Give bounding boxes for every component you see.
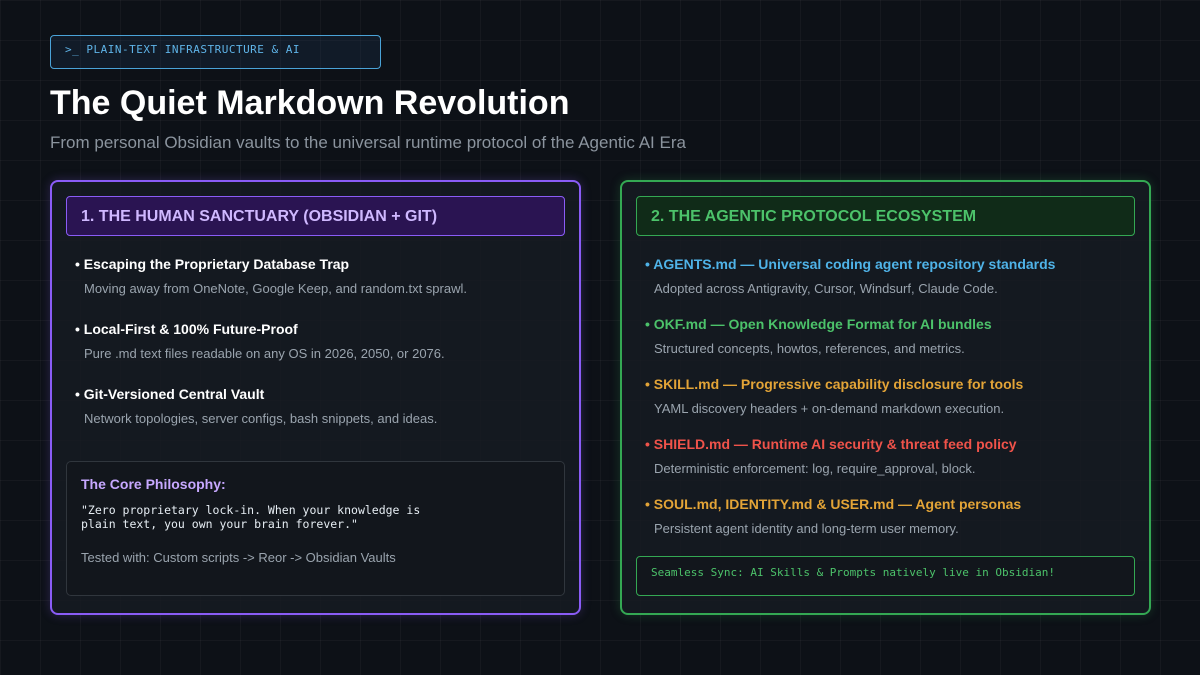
list-item: • AGENTS.md — Universal coding agent rep…	[645, 256, 1135, 296]
list-item: • SOUL.md, IDENTITY.md & USER.md — Agent…	[645, 496, 1135, 536]
item-description: Structured concepts, howtos, references,…	[654, 341, 965, 356]
item-description: Adopted across Antigravity, Cursor, Wind…	[654, 281, 998, 296]
list-item: • Local-First & 100% Future-Proof Pure .…	[75, 321, 565, 361]
item-title: • Escaping the Proprietary Database Trap	[75, 256, 350, 272]
item-description: YAML discovery headers + on-demand markd…	[654, 401, 1005, 416]
item-description: Moving away from OneNote, Google Keep, a…	[84, 281, 467, 296]
sync-callout: Seamless Sync: AI Skills & Prompts nativ…	[636, 556, 1135, 596]
item-title: • SHIELD.md — Runtime AI security & thre…	[645, 436, 1017, 452]
philosophy-quote: "Zero proprietary lock-in. When your kno…	[81, 503, 421, 531]
list-item: • Escaping the Proprietary Database Trap…	[75, 256, 565, 296]
page-title: The Quiet Markdown Revolution	[50, 84, 570, 122]
item-description: Network topologies, server configs, bash…	[84, 411, 438, 426]
list-item: • SKILL.md — Progressive capability disc…	[645, 376, 1135, 416]
item-title: • SOUL.md, IDENTITY.md & USER.md — Agent…	[645, 496, 1022, 512]
item-title: • SKILL.md — Progressive capability disc…	[645, 376, 1024, 392]
list-item: • Git-Versioned Central Vault Network to…	[75, 386, 565, 426]
panel-heading: 1. THE HUMAN SANCTUARY (OBSIDIAN + GIT)	[66, 196, 565, 236]
item-title: • AGENTS.md — Universal coding agent rep…	[645, 256, 1056, 272]
item-title: • OKF.md — Open Knowledge Format for AI …	[645, 316, 992, 332]
panel-heading: 2. THE AGENTIC PROTOCOL ECOSYSTEM	[636, 196, 1135, 236]
agentic-protocol-panel: 2. THE AGENTIC PROTOCOL ECOSYSTEM • AGEN…	[620, 180, 1151, 615]
list-item: • SHIELD.md — Runtime AI security & thre…	[645, 436, 1135, 476]
item-description: Deterministic enforcement: log, require_…	[654, 461, 976, 476]
human-sanctuary-panel: 1. THE HUMAN SANCTUARY (OBSIDIAN + GIT) …	[50, 180, 581, 615]
philosophy-title: The Core Philosophy:	[81, 476, 226, 492]
core-philosophy-box: The Core Philosophy: "Zero proprietary l…	[66, 461, 565, 596]
item-description: Persistent agent identity and long-term …	[654, 521, 959, 536]
section-tag: >_ PLAIN-TEXT INFRASTRUCTURE & AI	[50, 35, 381, 69]
philosophy-tested: Tested with: Custom scripts -> Reor -> O…	[81, 550, 396, 565]
item-description: Pure .md text files readable on any OS i…	[84, 346, 445, 361]
list-item: • OKF.md — Open Knowledge Format for AI …	[645, 316, 1135, 356]
page-subtitle: From personal Obsidian vaults to the uni…	[50, 133, 686, 152]
item-title: • Local-First & 100% Future-Proof	[75, 321, 298, 337]
item-title: • Git-Versioned Central Vault	[75, 386, 265, 402]
